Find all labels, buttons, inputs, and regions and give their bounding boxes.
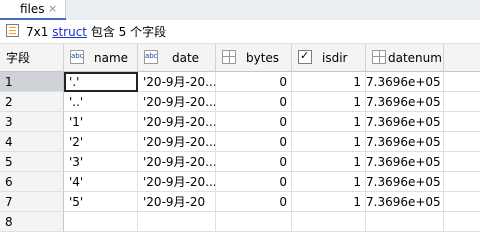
column-header-isdir[interactable]: isdir <box>292 44 366 72</box>
datenum-cell[interactable]: 7.3696e+05 <box>366 152 444 172</box>
empty-cell[interactable] <box>444 172 480 192</box>
datenum-cell[interactable]: 7.3696e+05 <box>366 72 444 92</box>
bytes-cell[interactable]: 0 <box>216 132 292 152</box>
date-cell[interactable]: '20-9月-20 <box>138 192 216 212</box>
name-cell[interactable]: '.' <box>64 72 138 92</box>
size-text: 7x1 <box>26 25 49 39</box>
header-label: 字段 <box>6 51 31 65</box>
empty-cell[interactable] <box>444 212 480 232</box>
row-header[interactable]: 1 <box>0 72 64 92</box>
date-cell[interactable]: '20-9月-20... <box>138 152 216 172</box>
row-header[interactable]: 5 <box>0 152 64 172</box>
date-cell[interactable]: '20-9月-20... <box>138 92 216 112</box>
date-cell[interactable] <box>138 212 216 232</box>
close-icon[interactable]: × <box>48 2 57 16</box>
row-header[interactable]: 8 <box>0 212 64 232</box>
name-cell[interactable]: '..' <box>64 92 138 112</box>
empty-cell[interactable] <box>444 92 480 112</box>
char-type-icon <box>144 50 158 64</box>
row-header[interactable]: 6 <box>0 172 64 192</box>
char-type-icon <box>70 50 84 64</box>
numeric-type-icon <box>222 50 236 64</box>
row-header[interactable]: 4 <box>0 132 64 152</box>
column-header-datenum[interactable]: datenum <box>366 44 444 72</box>
datenum-cell[interactable] <box>366 212 444 232</box>
column-header-empty <box>444 44 480 72</box>
empty-cell[interactable] <box>444 152 480 172</box>
date-cell[interactable]: '20-9月-20... <box>138 72 216 92</box>
variable-summary: 7x1 struct 包含 5 个字段 <box>26 24 166 40</box>
isdir-cell[interactable]: 1 <box>292 192 366 212</box>
name-cell[interactable]: '4' <box>64 172 138 192</box>
date-cell[interactable]: '20-9月-20... <box>138 112 216 132</box>
empty-cell[interactable] <box>444 72 480 92</box>
isdir-cell[interactable]: 1 <box>292 72 366 92</box>
name-cell[interactable]: '1' <box>64 112 138 132</box>
bytes-cell[interactable]: 0 <box>216 192 292 212</box>
column-header-name[interactable]: name <box>64 44 138 72</box>
empty-cell[interactable] <box>444 132 480 152</box>
table-row: 8 <box>0 212 480 232</box>
tab-label: files <box>20 2 45 16</box>
table-row: 5 '3' '20-9月-20... 0 1 7.3696e+05 <box>0 152 480 172</box>
column-header-bytes[interactable]: bytes <box>216 44 292 72</box>
bytes-cell[interactable]: 0 <box>216 92 292 112</box>
numeric-type-icon <box>372 50 386 64</box>
name-cell[interactable]: '5' <box>64 192 138 212</box>
header-label: datenum <box>388 51 442 65</box>
name-cell[interactable] <box>64 212 138 232</box>
table-row: 6 '4' '20-9月-20... 0 1 7.3696e+05 <box>0 172 480 192</box>
isdir-cell[interactable]: 1 <box>292 112 366 132</box>
table-row: 4 '2' '20-9月-20... 0 1 7.3696e+05 <box>0 132 480 152</box>
summary-text: 包含 5 个字段 <box>90 25 167 39</box>
table-row: 3 '1' '20-9月-20... 0 1 7.3696e+05 <box>0 112 480 132</box>
name-cell[interactable]: '2' <box>64 132 138 152</box>
column-header-fields[interactable]: 字段 <box>0 44 64 72</box>
isdir-cell[interactable]: 1 <box>292 172 366 192</box>
empty-cell[interactable] <box>444 112 480 132</box>
isdir-cell[interactable] <box>292 212 366 232</box>
empty-cell[interactable] <box>444 192 480 212</box>
table-row: 1 '.' '20-9月-20... 0 1 7.3696e+05 <box>0 72 480 92</box>
row-header[interactable]: 3 <box>0 112 64 132</box>
datenum-cell[interactable]: 7.3696e+05 <box>366 112 444 132</box>
date-cell[interactable]: '20-9月-20... <box>138 172 216 192</box>
row-header[interactable]: 7 <box>0 192 64 212</box>
tab-bar: files × <box>0 0 480 20</box>
bytes-cell[interactable]: 0 <box>216 172 292 192</box>
datenum-cell[interactable]: 7.3696e+05 <box>366 92 444 112</box>
isdir-cell[interactable]: 1 <box>292 132 366 152</box>
struct-icon <box>6 24 19 37</box>
header-label: bytes <box>246 51 280 65</box>
struct-link[interactable]: struct <box>52 25 87 39</box>
table-row: 7 '5' '20-9月-20 0 1 7.3696e+05 <box>0 192 480 212</box>
bytes-cell[interactable]: 0 <box>216 72 292 92</box>
column-header-date[interactable]: date <box>138 44 216 72</box>
header-label: name <box>94 51 129 65</box>
header-label: isdir <box>322 51 348 65</box>
bytes-cell[interactable] <box>216 212 292 232</box>
datenum-cell[interactable]: 7.3696e+05 <box>366 192 444 212</box>
variable-info-bar: 7x1 struct 包含 5 个字段 <box>0 20 480 44</box>
datenum-cell[interactable]: 7.3696e+05 <box>366 172 444 192</box>
logical-type-icon <box>298 49 312 64</box>
isdir-cell[interactable]: 1 <box>292 92 366 112</box>
datenum-cell[interactable]: 7.3696e+05 <box>366 132 444 152</box>
header-label: date <box>172 51 200 65</box>
tab-files[interactable]: files × <box>0 0 66 20</box>
bytes-cell[interactable]: 0 <box>216 112 292 132</box>
date-cell[interactable]: '20-9月-20... <box>138 132 216 152</box>
variable-table: 字段 name date bytes isdir datenum 1 '.' '… <box>0 44 480 242</box>
bytes-cell[interactable]: 0 <box>216 152 292 172</box>
name-cell[interactable]: '3' <box>64 152 138 172</box>
row-header[interactable]: 2 <box>0 92 64 112</box>
table-row: 2 '..' '20-9月-20... 0 1 7.3696e+05 <box>0 92 480 112</box>
isdir-cell[interactable]: 1 <box>292 152 366 172</box>
